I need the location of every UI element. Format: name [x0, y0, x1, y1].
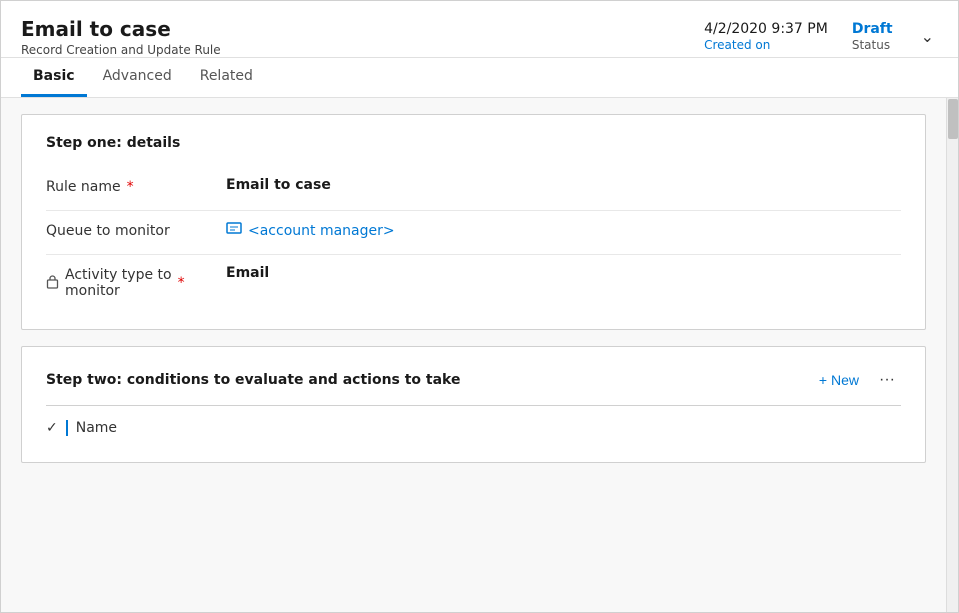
created-on-value: 4/2/2020 9:37 PM	[704, 21, 828, 37]
rule-name-row: Rule name * Email to case	[46, 167, 901, 211]
step-two-header: Step two: conditions to evaluate and act…	[46, 367, 901, 393]
page-title: Email to case	[21, 17, 221, 41]
activity-type-row: Activity type tomonitor * Email	[46, 255, 901, 309]
queue-monitor-row: Queue to monitor <account manager>	[46, 211, 901, 255]
tab-basic[interactable]: Basic	[21, 58, 87, 97]
plus-icon: +	[819, 372, 827, 388]
rule-name-value: Email to case	[226, 177, 901, 193]
more-options-button[interactable]: ···	[873, 367, 901, 393]
step-one-title: Step one: details	[46, 135, 901, 151]
status-label: Status	[852, 38, 890, 52]
step-two-card: Step two: conditions to evaluate and act…	[21, 346, 926, 463]
rule-name-label: Rule name *	[46, 177, 226, 195]
new-button[interactable]: + New	[813, 368, 865, 392]
queue-monitor-value[interactable]: <account manager>	[226, 221, 901, 241]
name-column-header: Name	[66, 420, 117, 436]
header-meta: 4/2/2020 9:37 PM Created on Draft Status	[704, 21, 893, 52]
scrollbar-track[interactable]	[946, 98, 958, 612]
queue-icon	[226, 221, 242, 241]
header-right: 4/2/2020 9:37 PM Created on Draft Status…	[704, 17, 938, 52]
step-one-card: Step one: details Rule name * Email to c…	[21, 114, 926, 330]
content-area: Step one: details Rule name * Email to c…	[1, 98, 946, 612]
new-button-label: New	[831, 372, 859, 388]
created-on-label: Created on	[704, 38, 770, 52]
tabs-bar: Basic Advanced Related	[1, 58, 958, 98]
table-header-row: ✓ Name	[46, 414, 901, 442]
queue-monitor-label: Queue to monitor	[46, 221, 226, 239]
activity-type-required: *	[178, 275, 185, 291]
header-left: Email to case Record Creation and Update…	[21, 17, 221, 57]
header: Email to case Record Creation and Update…	[1, 1, 958, 58]
main-content: Step one: details Rule name * Email to c…	[1, 98, 958, 612]
checkmark-icon: ✓	[46, 420, 58, 436]
tab-advanced[interactable]: Advanced	[91, 58, 184, 97]
activity-type-label: Activity type tomonitor *	[46, 265, 226, 299]
step-two-title: Step two: conditions to evaluate and act…	[46, 372, 461, 388]
divider	[46, 405, 901, 406]
activity-type-value: Email	[226, 265, 901, 281]
rule-name-required: *	[127, 179, 134, 195]
page-subtitle: Record Creation and Update Rule	[21, 43, 221, 57]
scrollbar-thumb[interactable]	[948, 99, 958, 139]
status-block: Draft Status	[852, 21, 893, 52]
expand-chevron-button[interactable]: ⌄	[917, 23, 938, 51]
more-icon: ···	[879, 371, 895, 388]
tab-related[interactable]: Related	[188, 58, 265, 97]
step-two-actions: + New ···	[813, 367, 901, 393]
created-on-block: 4/2/2020 9:37 PM Created on	[704, 21, 828, 52]
lock-icon	[46, 274, 59, 293]
status-value: Draft	[852, 21, 893, 37]
